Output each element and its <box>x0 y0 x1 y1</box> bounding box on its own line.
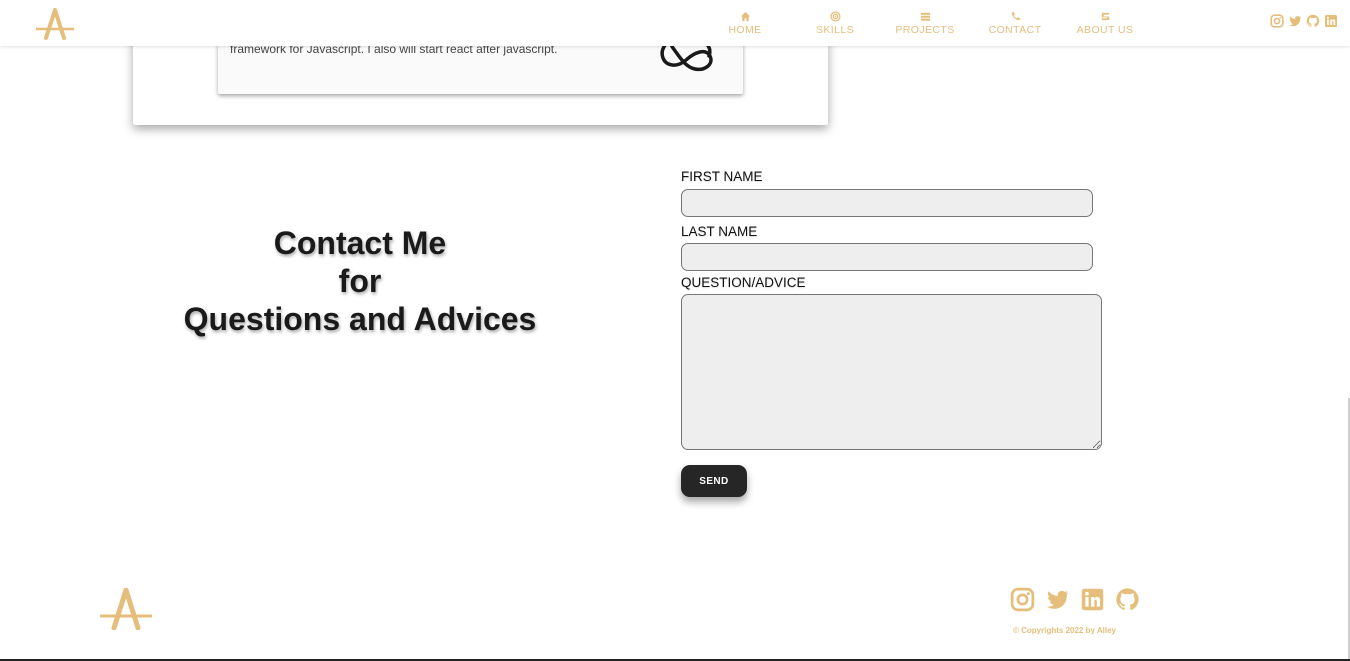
linkedin-icon[interactable] <box>1324 14 1338 28</box>
instagram-icon[interactable] <box>1270 14 1284 28</box>
a-monogram-logo <box>100 587 152 631</box>
footer-social-links <box>1010 587 1140 612</box>
linkedin-icon[interactable] <box>1080 587 1105 612</box>
question-textarea[interactable] <box>681 294 1102 450</box>
nav-skills[interactable]: SKILLS <box>790 0 880 46</box>
phone-icon <box>1011 11 1020 20</box>
header-social-links <box>1270 14 1338 28</box>
nav-contact[interactable]: CONTACT <box>970 0 1060 46</box>
nav-contact-label: CONTACT <box>988 23 1042 36</box>
twitter-icon[interactable] <box>1045 587 1070 612</box>
nav-skills-label: SKILLS <box>815 23 854 36</box>
nav-projects-label: PROJECTS <box>895 23 955 36</box>
contact-heading-line: Questions and Advices <box>183 301 537 337</box>
target-icon <box>829 10 841 22</box>
twitter-icon[interactable] <box>1288 14 1302 28</box>
nav-home-label: HOME <box>728 23 762 36</box>
first-name-label: FIRST NAME <box>681 169 763 184</box>
last-name-label: LAST NAME <box>681 224 758 239</box>
footer-logo[interactable] <box>98 587 154 631</box>
copyright-text: © Copyrights 2022 by Alley <box>1013 626 1116 635</box>
stack-icon <box>920 12 930 21</box>
nav-about-label: ABOUT US <box>1076 23 1134 36</box>
nav-projects[interactable]: PROJECTS <box>880 0 970 46</box>
nav-home[interactable]: HOME <box>700 0 790 46</box>
address-card-icon <box>1101 12 1109 20</box>
github-icon[interactable] <box>1306 14 1320 28</box>
contact-heading-line: Contact Me <box>273 225 447 261</box>
first-name-field[interactable] <box>681 189 1093 217</box>
instagram-icon[interactable] <box>1010 587 1035 612</box>
nav-about[interactable]: ABOUT US <box>1060 0 1150 46</box>
site-logo[interactable] <box>34 8 76 40</box>
last-name-field[interactable] <box>681 243 1093 271</box>
question-label: QUESTION/ADVICE <box>681 275 806 290</box>
home-icon <box>740 11 750 21</box>
a-monogram-logo <box>36 8 74 40</box>
contact-heading: Contact Me for Questions and Advices <box>160 224 560 338</box>
main-nav: HOME SKILLS PROJECTS CONTACT ABOUT US <box>700 0 1150 46</box>
send-button[interactable]: SEND <box>681 465 747 497</box>
contact-heading-line: for <box>338 263 382 299</box>
github-icon[interactable] <box>1115 587 1140 612</box>
top-navbar: HOME SKILLS PROJECTS CONTACT ABOUT US <box>0 0 1350 46</box>
